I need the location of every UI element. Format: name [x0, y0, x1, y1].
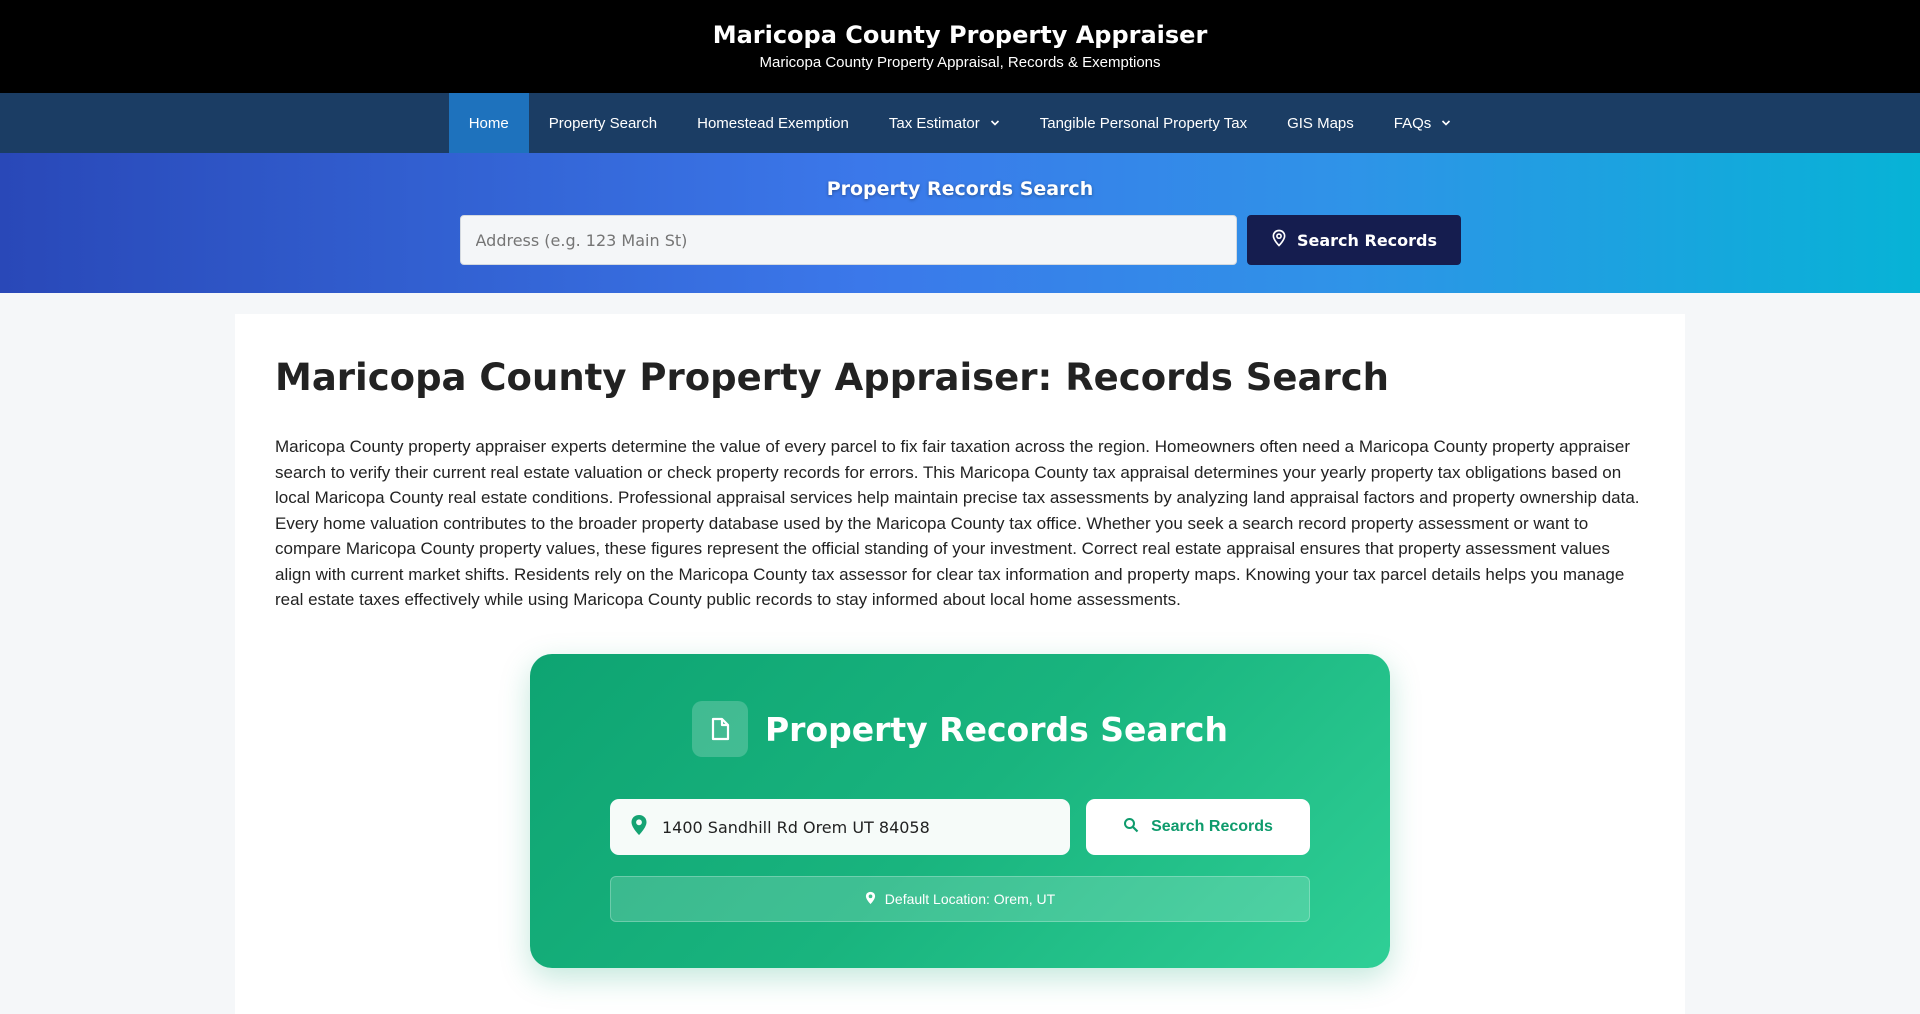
hero-search-button-label: Search Records [1296, 230, 1438, 250]
chevron-down-icon [990, 118, 1000, 128]
default-location-note: Default Location: Orem, UT [610, 876, 1310, 922]
card-address-input[interactable] [662, 817, 1042, 837]
nav-item-label: FAQs [1393, 114, 1432, 132]
nav-item-label: Property Search [548, 114, 658, 132]
main-nav: Home Property Search Homestead Exemption… [0, 93, 1920, 153]
nav-item-tax-estimator[interactable]: Tax Estimator [869, 93, 1020, 153]
address-search-input[interactable] [459, 215, 1237, 265]
main-content: Maricopa County Property Appraiser: Reco… [235, 314, 1685, 1014]
site-header: Maricopa County Property Appraiser Maric… [0, 0, 1920, 93]
card-address-field[interactable] [610, 799, 1070, 855]
nav-item-home[interactable]: Home [448, 93, 529, 153]
hero-search-form: Search Records [0, 215, 1920, 265]
search-icon [1123, 817, 1139, 838]
location-pin-icon [630, 814, 648, 841]
nav-item-property-search[interactable]: Property Search [529, 93, 677, 153]
card-title: Property Records Search [765, 709, 1228, 749]
default-location-text: Default Location: Orem, UT [884, 891, 1056, 907]
nav-item-homestead-exemption[interactable]: Homestead Exemption [677, 93, 869, 153]
nav-item-label: Homestead Exemption [697, 114, 849, 132]
intro-paragraph: Maricopa County property appraiser exper… [275, 437, 1640, 609]
nav-item-tangible-personal-property-tax[interactable]: Tangible Personal Property Tax [1020, 93, 1267, 153]
site-title[interactable]: Maricopa County Property Appraiser [0, 22, 1920, 48]
hero-search: Property Records Search Search Records [0, 153, 1920, 293]
map-pin-icon [1270, 229, 1288, 251]
page-title: Maricopa County Property Appraiser: Reco… [275, 356, 1389, 399]
card-search-button-label: Search Records [1151, 818, 1273, 835]
nav-item-gis-maps[interactable]: GIS Maps [1267, 93, 1374, 153]
chevron-down-icon [1441, 118, 1451, 128]
nav-item-faqs[interactable]: FAQs [1374, 93, 1472, 153]
nav-item-label: Home [468, 114, 509, 132]
hero-title: Property Records Search [826, 178, 1094, 200]
records-search-card: Property Records Search Search Records D… [530, 654, 1390, 968]
nav-item-label: Tangible Personal Property Tax [1039, 114, 1248, 132]
hero-search-button[interactable]: Search Records [1246, 215, 1461, 265]
card-header: Property Records Search [530, 701, 1390, 757]
card-search-form: Search Records [610, 799, 1390, 855]
nav-item-label: GIS Maps [1287, 114, 1354, 132]
document-icon [692, 701, 748, 757]
card-search-button[interactable]: Search Records [1086, 799, 1310, 855]
site-tagline: Maricopa County Property Appraisal, Reco… [759, 54, 1161, 71]
nav-item-label: Tax Estimator [888, 114, 980, 132]
location-pin-icon [865, 891, 876, 908]
nav-list: Home Property Search Homestead Exemption… [448, 93, 1472, 153]
